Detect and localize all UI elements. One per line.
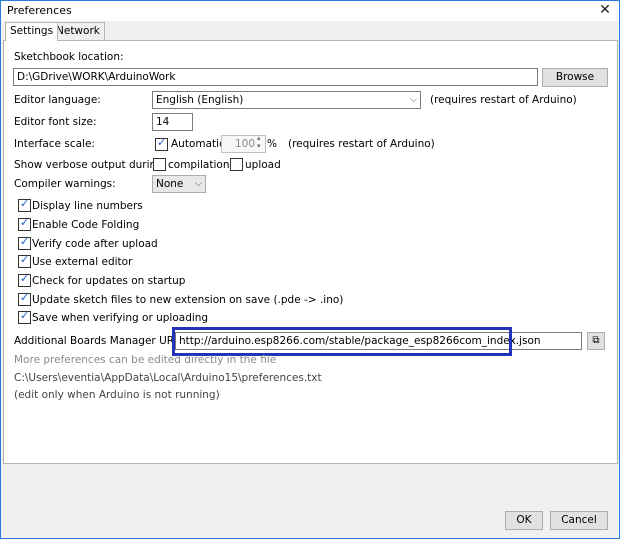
chevron-down-icon: ⌵ (410, 95, 417, 105)
interface-scale-label: Interface scale: (14, 138, 95, 150)
highlight-box (172, 327, 512, 356)
editor-language-value: English (English) (156, 94, 244, 106)
close-icon[interactable]: ✕ (597, 2, 613, 18)
update-extension-label: Update sketch files to new extension on … (32, 294, 344, 306)
boards-url-label: Additional Boards Manager URLs: (14, 335, 189, 347)
compilation-checkbox[interactable] (153, 158, 166, 171)
compiler-warnings-value: None (156, 178, 184, 190)
font-size-label: Editor font size: (14, 116, 97, 128)
check-updates-label: Check for updates on startup (32, 275, 186, 287)
edit-note: (edit only when Arduino is not running) (14, 389, 220, 401)
verify-after-upload-checkbox[interactable] (18, 235, 31, 250)
check-updates-checkbox[interactable] (18, 272, 31, 287)
upload-label: upload (245, 159, 281, 171)
browse-button[interactable]: Browse (542, 68, 608, 87)
preferences-window: Preferences ✕ Settings Network Sketchboo… (0, 0, 620, 539)
spinner-arrows-icon[interactable]: ▴ ▾ (257, 134, 261, 150)
external-editor-checkbox[interactable] (18, 253, 31, 268)
enable-code-folding-label: Enable Code Folding (32, 219, 140, 231)
editor-language-label: Editor language: (14, 94, 101, 106)
prefs-file-path: C:\Users\eventia\AppData\Local\Arduino15… (14, 372, 322, 384)
save-when-verifying-checkbox[interactable] (18, 309, 31, 324)
display-line-numbers-checkbox[interactable] (18, 197, 31, 212)
editor-language-note: (requires restart of Arduino) (430, 94, 577, 106)
tab-settings[interactable]: Settings (5, 22, 59, 41)
window-title: Preferences (7, 4, 72, 17)
cancel-button[interactable]: Cancel (550, 511, 608, 530)
verbose-label: Show verbose output during: (14, 159, 167, 171)
font-size-input[interactable]: 14 (152, 113, 193, 131)
verify-after-upload-label: Verify code after upload (32, 238, 158, 250)
percent-sign: % (267, 138, 277, 150)
automatic-label: Automatic (171, 138, 225, 150)
editor-language-select[interactable]: English (English) ⌵ (152, 91, 421, 109)
update-extension-checkbox[interactable] (18, 291, 31, 306)
enable-code-folding-checkbox[interactable] (18, 216, 31, 231)
scale-value: 100 (234, 138, 255, 150)
more-prefs-note: More preferences can be edited directly … (14, 354, 277, 366)
compiler-warnings-select[interactable]: None ⌵ (152, 175, 206, 193)
chevron-down-icon: ⌵ (195, 179, 202, 189)
compiler-warnings-label: Compiler warnings: (14, 178, 116, 190)
interface-scale-note: (requires restart of Arduino) (288, 138, 435, 150)
external-editor-label: Use external editor (32, 256, 133, 268)
upload-checkbox[interactable] (230, 158, 243, 171)
tab-network[interactable]: Network (51, 22, 105, 40)
automatic-checkbox[interactable] (155, 136, 168, 151)
sketchbook-location-input[interactable]: D:\GDrive\WORK\ArduinoWork (13, 68, 538, 86)
ok-button[interactable]: OK (505, 511, 543, 530)
open-window-icon[interactable]: ⧉ (587, 332, 605, 350)
compilation-label: compilation (168, 159, 230, 171)
sketchbook-label: Sketchbook location: (14, 51, 124, 63)
title-bar: Preferences ✕ (1, 1, 619, 21)
display-line-numbers-label: Display line numbers (32, 200, 143, 212)
save-when-verifying-label: Save when verifying or uploading (32, 312, 209, 324)
